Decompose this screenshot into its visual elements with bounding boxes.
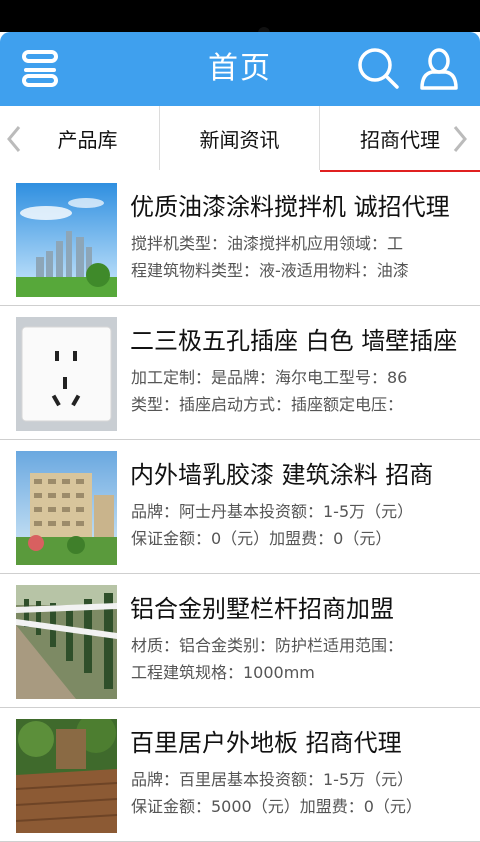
list-item[interactable]: 二三极五孔插座 白色 墙壁插座 加工定制：是品牌：海尔电工型号：86 类型：插座…: [0, 306, 480, 440]
desc-line: 类型：插座启动方式：插座额定电压：: [131, 395, 404, 414]
app-header: 首页: [0, 32, 480, 106]
desc-line: 工程建筑规格：1000mm: [131, 663, 315, 682]
status-bar: [0, 0, 480, 33]
user-icon: [420, 48, 458, 90]
item-description: 材质：铝合金类别：防护栏适用范围： 工程建筑规格：1000mm: [131, 632, 469, 686]
item-description: 品牌：百里居基本投资额：1-5万（元） 保证金额：5000（元）加盟费：0（元）: [131, 766, 469, 820]
page-title: 首页: [208, 51, 272, 86]
tab-products[interactable]: 产品库: [0, 106, 160, 170]
item-description: 品牌：阿士丹基本投资额：1-5万（元） 保证金额：0（元）加盟费：0（元）: [131, 498, 469, 552]
tab-news[interactable]: 新闻资讯: [160, 106, 320, 170]
search-button[interactable]: [354, 44, 404, 94]
desc-line: 搅拌机类型：油漆搅拌机应用领域：工: [131, 234, 404, 253]
list-item[interactable]: 内外墙乳胶漆 建筑涂料 招商 品牌：阿士丹基本投资额：1-5万（元） 保证金额：…: [0, 440, 480, 574]
list-item[interactable]: 百里居户外地板 招商代理 品牌：百里居基本投资额：1-5万（元） 保证金额：50…: [0, 708, 480, 842]
scroll-right-button[interactable]: [450, 124, 470, 154]
tab-label: 产品库: [57, 128, 118, 152]
list-item[interactable]: 优质油漆涂料搅拌机 诚招代理 搅拌机类型：油漆搅拌机应用领域：工 程建筑物料类型…: [0, 172, 480, 306]
item-title: 二三极五孔插座 白色 墙壁插座: [130, 327, 458, 355]
item-title: 百里居户外地板 招商代理: [130, 729, 402, 757]
desc-line: 材质：铝合金类别：防护栏适用范围：: [131, 636, 404, 655]
fence-railing-image: [16, 585, 117, 699]
city-skyline-image: [16, 183, 117, 297]
outdoor-floor-image: [16, 719, 117, 833]
item-title: 内外墙乳胶漆 建筑涂料 招商: [130, 461, 434, 489]
desc-line: 保证金额：5000（元）加盟费：0（元）: [131, 797, 422, 816]
desc-line: 保证金额：0（元）加盟费：0（元）: [131, 529, 392, 548]
desc-line: 品牌：阿士丹基本投资额：1-5万（元）: [131, 502, 414, 521]
tab-label: 招商代理: [360, 128, 440, 152]
desc-line: 品牌：百里居基本投资额：1-5万（元）: [131, 770, 414, 789]
wall-socket-image: [16, 317, 117, 431]
menu-icon: [22, 50, 58, 87]
user-button[interactable]: [414, 44, 464, 94]
search-icon: [358, 48, 399, 89]
desc-line: 程建筑物料类型：液-液适用物料：油漆: [131, 261, 409, 280]
desc-line: 加工定制：是品牌：海尔电工型号：86: [131, 368, 408, 387]
chevron-right-icon: [453, 126, 467, 152]
item-description: 搅拌机类型：油漆搅拌机应用领域：工 程建筑物料类型：液-液适用物料：油漆: [131, 230, 469, 284]
menu-button[interactable]: [18, 44, 68, 94]
list-item[interactable]: 铝合金别墅栏杆招商加盟 材质：铝合金类别：防护栏适用范围： 工程建筑规格：100…: [0, 574, 480, 708]
item-title: 优质油漆涂料搅拌机 诚招代理: [130, 193, 450, 221]
apartment-building-image: [16, 451, 117, 565]
item-title: 铝合金别墅栏杆招商加盟: [130, 595, 394, 623]
tab-label: 新闻资讯: [199, 128, 280, 152]
tab-bar: 产品库 新闻资讯 招商代理: [0, 106, 480, 173]
item-description: 加工定制：是品牌：海尔电工型号：86 类型：插座启动方式：插座额定电压：: [131, 364, 469, 418]
